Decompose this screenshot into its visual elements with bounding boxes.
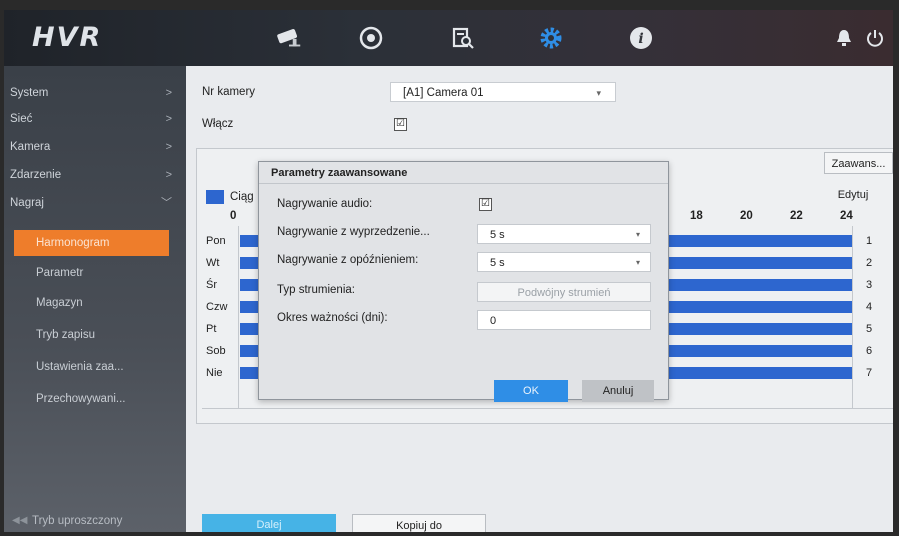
sidebar-subitem-schedule[interactable]: Harmonogram: [14, 230, 169, 256]
edit-button[interactable]: Edytuj: [826, 184, 880, 206]
chevron-right-icon: >: [165, 141, 172, 153]
search-icon[interactable]: [448, 24, 478, 52]
pre-record-label: Nagrywanie z wyprzedzenie...: [277, 226, 430, 238]
hour-label: 24: [840, 210, 853, 222]
day-number: 3: [866, 279, 873, 291]
post-record-label: Nagrywanie z opóźnieniem:: [277, 254, 419, 266]
info-icon[interactable]: i: [626, 24, 656, 52]
hour-label: 0: [230, 210, 237, 222]
sidebar-subitem-storage[interactable]: Magazyn: [4, 290, 186, 316]
sidebar-item-system[interactable]: System >: [4, 80, 186, 106]
hour-label: 22: [790, 210, 803, 222]
sidebar: System > Sieć > Kamera > Zdarzenie > Nag…: [4, 66, 186, 532]
camera-select[interactable]: [A1] Camera 01 ▾: [390, 82, 616, 102]
day-label: Wt: [202, 254, 238, 272]
back-arrow-icon: ◀◀: [12, 515, 28, 526]
chevron-down-icon: ▾: [635, 230, 640, 239]
hour-label: 20: [740, 210, 753, 222]
legend-label: Ciąg: [230, 191, 254, 203]
audio-recording-label: Nagrywanie audio:: [277, 198, 373, 210]
sidebar-item-network[interactable]: Sieć >: [4, 106, 186, 132]
day-number: 5: [866, 323, 873, 335]
day-number: 6: [866, 345, 873, 357]
grid-line: [238, 226, 239, 408]
advanced-parameters-dialog: Parametry zaawansowane Nagrywanie audio:…: [258, 161, 669, 402]
cancel-button[interactable]: Anuluj: [582, 380, 654, 402]
stream-type-label: Typ strumienia:: [277, 284, 355, 296]
ok-button[interactable]: OK: [494, 380, 568, 402]
dialog-title: Parametry zaawansowane: [259, 162, 668, 184]
power-icon[interactable]: [860, 24, 890, 52]
sidebar-subitem-record-mode[interactable]: Tryb zapisu: [4, 322, 186, 348]
day-label: Pt: [202, 320, 238, 338]
hour-label: 18: [690, 210, 703, 222]
alarm-bell-icon[interactable]: [829, 24, 859, 52]
day-label: Pon: [202, 232, 238, 250]
simplified-mode-link[interactable]: ◀◀ Tryb uproszczony: [4, 510, 186, 532]
camera-number-label: Nr kamery: [202, 86, 256, 98]
logo: HVR: [32, 22, 103, 53]
post-record-select[interactable]: 5 s ▾: [477, 252, 651, 272]
day-number: 4: [866, 301, 873, 313]
day-number: 2: [866, 257, 873, 269]
day-number: 7: [866, 367, 873, 379]
svg-text:i: i: [638, 31, 643, 47]
camera-icon[interactable]: [274, 24, 304, 52]
dvr-screen: HVR i System > Sieć > Kamera > Zdarzenie…: [4, 10, 893, 532]
sidebar-item-camera[interactable]: Kamera >: [4, 134, 186, 160]
chevron-right-icon: >: [165, 87, 172, 99]
stream-type-select: Podwójny strumień: [477, 282, 651, 302]
sidebar-item-record[interactable]: Nagraj ﹀: [4, 190, 186, 216]
grid-line: [202, 408, 893, 409]
enable-checkbox[interactable]: ☑: [394, 118, 407, 131]
chevron-right-icon: >: [165, 169, 172, 181]
day-label: Czw: [202, 298, 238, 316]
sidebar-subitem-retention[interactable]: Przechowywani...: [4, 386, 186, 412]
audio-recording-checkbox[interactable]: ☑: [479, 198, 492, 211]
sidebar-subitem-parameter[interactable]: Parametr: [4, 260, 186, 286]
sidebar-item-event[interactable]: Zdarzenie >: [4, 162, 186, 188]
grid-line: [852, 226, 853, 408]
copy-to-button[interactable]: Kopiuj do: [352, 514, 486, 532]
day-number: 1: [866, 235, 873, 247]
pre-record-select[interactable]: 5 s ▾: [477, 224, 651, 244]
day-label: Śr: [202, 276, 238, 294]
day-label: Nie: [202, 364, 238, 382]
expiry-label: Okres ważności (dni):: [277, 312, 388, 324]
next-button[interactable]: Dalej: [202, 514, 336, 532]
sidebar-subitem-advanced-settings[interactable]: Ustawienia zaa...: [4, 354, 186, 380]
playback-icon[interactable]: [356, 24, 386, 52]
expiry-input[interactable]: 0: [477, 310, 651, 330]
settings-gear-icon[interactable]: [536, 24, 566, 52]
enable-label: Włącz: [202, 118, 234, 130]
chevron-right-icon: >: [165, 113, 172, 125]
chevron-down-icon: ▾: [635, 258, 640, 267]
day-label: Sob: [202, 342, 238, 360]
legend-swatch: [206, 190, 224, 204]
chevron-down-icon: ▾: [596, 88, 601, 98]
advanced-button[interactable]: Zaawans...: [824, 152, 893, 174]
chevron-down-icon: ﹀: [161, 197, 172, 209]
top-bar: HVR i: [4, 10, 893, 66]
